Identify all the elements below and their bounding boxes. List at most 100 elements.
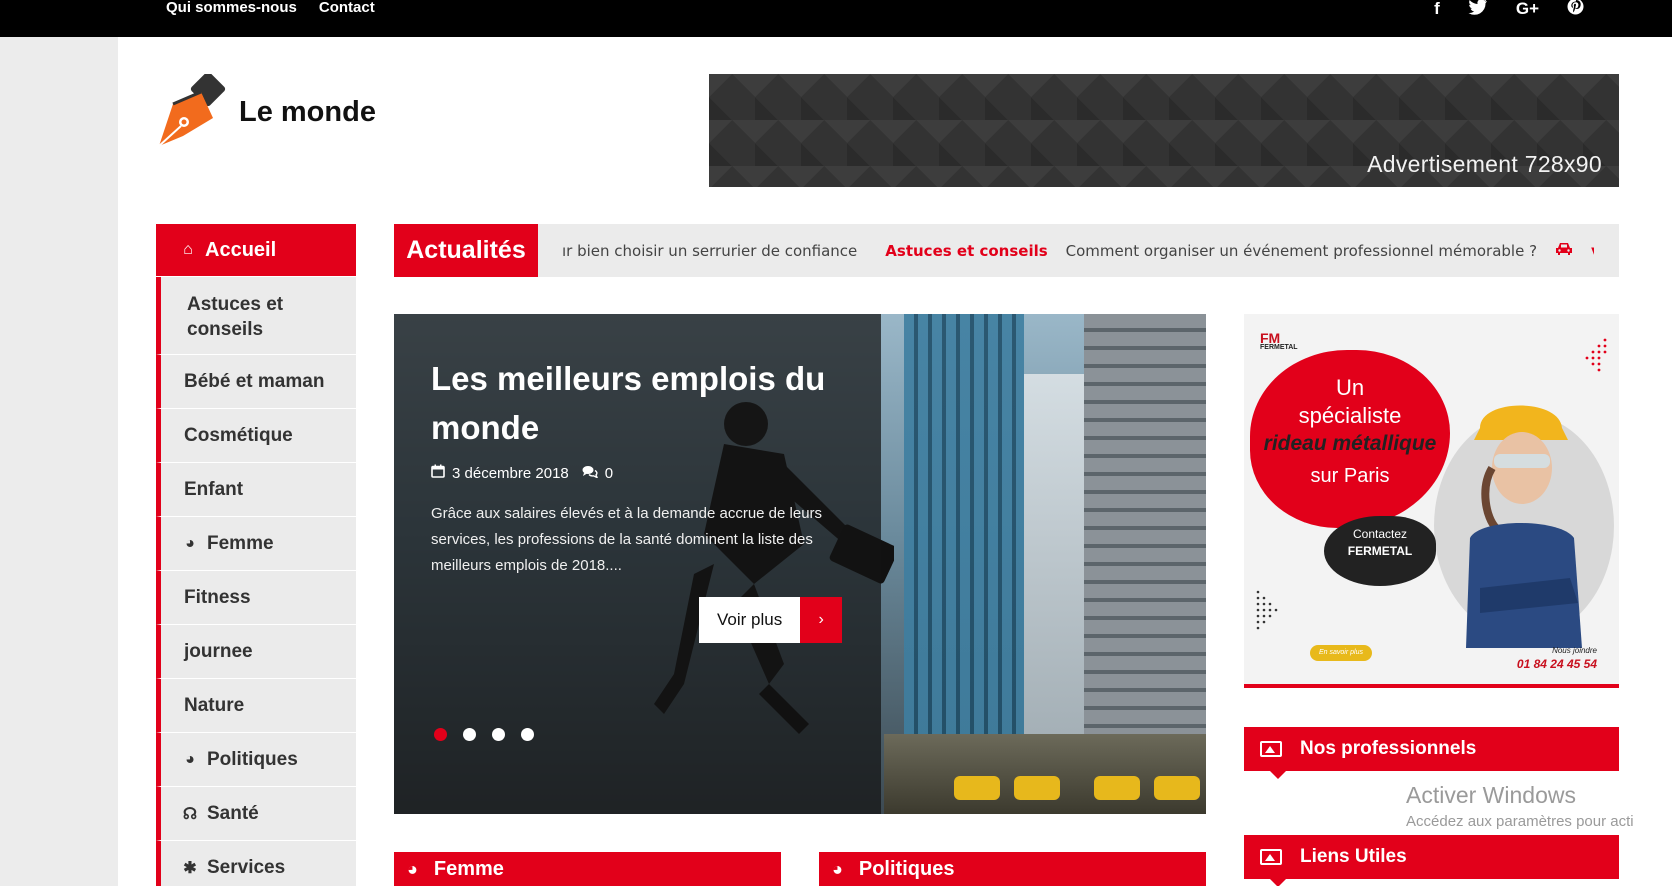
menu-item-nature[interactable]: Nature: [156, 679, 356, 733]
home-icon: ⌂: [183, 241, 193, 258]
ad-image-worker: [1466, 405, 1582, 648]
slide-image-taxi: [954, 776, 1000, 800]
gear-icon: ✱: [183, 859, 197, 877]
car-icon: [1555, 242, 1573, 260]
top-bar: Qui sommes-nous Contact f G+: [0, 0, 1672, 37]
top-links: Qui sommes-nous Contact: [166, 0, 375, 16]
slide-title[interactable]: Les meilleurs emplois du monde: [431, 354, 851, 452]
slider-pagination: [434, 728, 534, 741]
site-title[interactable]: Le monde: [239, 96, 376, 129]
menu-item-label: Cosmétique: [184, 424, 293, 446]
ticker-item[interactable]: v: [1591, 242, 1594, 260]
slide-excerpt: Grâce aux salaires élevés et à la demand…: [431, 505, 823, 574]
menu-item-label: Femme: [207, 532, 274, 554]
section-politiques[interactable]: ◕ Politiques: [819, 852, 1206, 886]
slider-dot[interactable]: [492, 728, 505, 741]
twitter-icon[interactable]: [1468, 0, 1488, 19]
ad-contact: Contactez FERMETAL: [1324, 526, 1436, 560]
menu-item-label: Santé: [207, 802, 259, 824]
widget-title: Nos professionnels: [1300, 738, 1477, 759]
menu-item-label: Bébé et maman: [184, 370, 325, 392]
ad-line: spécialiste: [1298, 403, 1402, 428]
brand-name: FERMETAL: [1260, 344, 1298, 351]
menu-item-services[interactable]: ✱ Services: [156, 841, 356, 886]
slide-date: 3 décembre 2018: [452, 464, 569, 482]
menu-item-label: Services: [207, 856, 286, 878]
menu-item-accueil[interactable]: ⌂ Accueil: [156, 224, 356, 277]
ad-phone-label: Nous joindre: [1552, 646, 1597, 655]
widget-title-tail: [1270, 879, 1286, 886]
pinterest-icon[interactable]: [1567, 0, 1584, 19]
slider-dot[interactable]: [463, 728, 476, 741]
comments-icon: [582, 465, 599, 482]
globe-icon: ◕: [185, 750, 195, 768]
widget-liens-utiles: Liens Utiles: [1244, 835, 1619, 886]
google-plus-icon[interactable]: G+: [1516, 0, 1539, 18]
read-more-button[interactable]: Voir plus ›: [699, 597, 843, 643]
menu-item-femme[interactable]: ◕ Femme: [156, 517, 356, 571]
slide-image-taxi: [1094, 776, 1140, 800]
ad-phone[interactable]: Nous joindre 01 84 24 45 54: [1517, 646, 1597, 673]
social-links: f G+: [1434, 0, 1584, 19]
widget-title-tail: [1270, 771, 1286, 779]
ad-line: sur Paris: [1310, 465, 1390, 487]
menu-item-enfant[interactable]: Enfant: [156, 463, 356, 517]
advertisement-label: Advertisement 728x90: [1367, 151, 1602, 177]
top-link-about[interactable]: Qui sommes-nous: [166, 0, 297, 16]
watermark-subtitle: Accédez aux paramètres pour acti: [1406, 813, 1634, 830]
slider-dot[interactable]: [434, 728, 447, 741]
menu-item-label: journee: [184, 640, 253, 662]
advertisement-banner[interactable]: Advertisement 728x90: [709, 74, 1619, 187]
top-link-contact[interactable]: Contact: [319, 0, 375, 16]
site-logo[interactable]: [155, 71, 235, 150]
globe-icon: ◕: [185, 534, 195, 552]
ticker-track: ır bien choisir un serrurier de confianc…: [562, 224, 1594, 277]
menu-item-label: Politiques: [207, 748, 298, 770]
slider-dot[interactable]: [521, 728, 534, 741]
watermark-title: Activer Windows: [1406, 782, 1576, 808]
widget-nos-professionnels: Nos professionnels: [1244, 727, 1619, 779]
menu-item-astuces[interactable]: Astuces et conseils: [156, 277, 356, 355]
menu-item-bebe[interactable]: Bébé et maman: [156, 355, 356, 409]
menu-item-label: Fitness: [184, 586, 251, 608]
section-femme[interactable]: ◕ Femme: [394, 852, 781, 886]
slide-image-taxi: [1154, 776, 1200, 800]
facebook-icon[interactable]: f: [1434, 0, 1440, 18]
ticker-item[interactable]: ır bien choisir un serrurier de confianc…: [562, 242, 857, 260]
ticker-category[interactable]: Astuces et conseils: [885, 242, 1047, 260]
ad-line: Un: [1335, 375, 1365, 400]
calendar-icon: [431, 464, 445, 482]
menu-item-label: Enfant: [184, 478, 244, 500]
ticker-item[interactable]: Comment organiser un événement professio…: [1066, 242, 1537, 260]
ad-contact-label: Contactez: [1352, 527, 1408, 541]
widget-title: Liens Utiles: [1300, 846, 1407, 867]
slide-comment-count[interactable]: 0: [605, 465, 613, 482]
ad-phone-number: 01 84 24 45 54: [1516, 657, 1597, 671]
category-menu: ⌂ Accueil Astuces et conseils Bébé et ma…: [156, 224, 356, 886]
image-icon: [1260, 741, 1282, 757]
fermetal-advertisement[interactable]: FM FERMETAL Un spécialiste rideau métall…: [1244, 314, 1619, 688]
ad-contact-name: FERMETAL: [1347, 544, 1413, 558]
menu-item-label: Accueil: [205, 238, 277, 261]
slide-caption-overlay: Les meilleurs emplois du monde 3 décembr…: [394, 314, 881, 814]
menu-item-journee[interactable]: journee: [156, 625, 356, 679]
news-ticker: Actualités ır bien choisir un serrurier …: [394, 224, 1619, 277]
ad-learn-more-button[interactable]: En savoir plus: [1310, 645, 1372, 661]
dot-pattern: [1256, 590, 1278, 630]
section-title: Politiques: [858, 857, 955, 880]
menu-item-fitness[interactable]: Fitness: [156, 571, 356, 625]
slide-meta: 3 décembre 2018 0: [431, 464, 613, 482]
dot-pattern: [1585, 338, 1607, 372]
menu-item-cosmetique[interactable]: Cosmétique: [156, 409, 356, 463]
globe-icon: ◕: [832, 858, 843, 879]
menu-item-sante[interactable]: ☊ Santé: [156, 787, 356, 841]
menu-item-politiques[interactable]: ◕ Politiques: [156, 733, 356, 787]
read-more-label: Voir plus: [699, 597, 801, 643]
globe-icon: ◕: [407, 858, 418, 879]
menu-item-label: Astuces et conseils: [187, 294, 284, 340]
ad-headline: Un spécialiste rideau métallique sur Par…: [1250, 374, 1450, 490]
windows-activation-watermark: Activer Windows Accédez aux paramètres p…: [1406, 782, 1634, 830]
featured-slider[interactable]: Les meilleurs emplois du monde 3 décembr…: [394, 314, 1206, 814]
stethoscope-icon: ☊: [182, 805, 198, 823]
slide-image-street: [884, 734, 1206, 814]
